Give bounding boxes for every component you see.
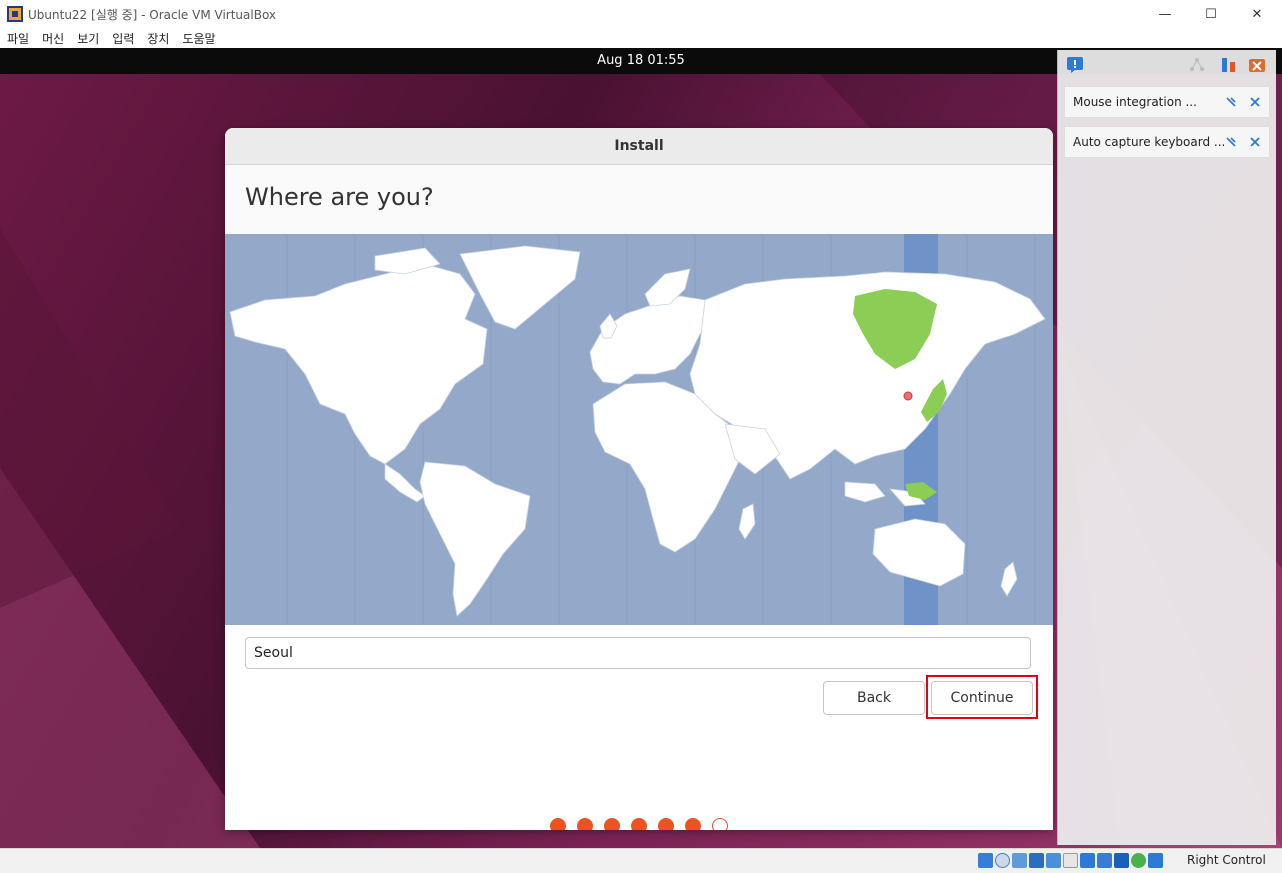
guest-additions-icon[interactable] [1131, 853, 1146, 868]
menu-machine[interactable]: 머신 [42, 28, 64, 48]
menu-file[interactable]: 파일 [7, 28, 29, 48]
close-button[interactable]: ✕ [1234, 0, 1280, 28]
vm-display[interactable]: Aug 18 01:55 Install Where are you? Seou… [0, 48, 1282, 848]
progress-dots [225, 818, 1053, 830]
maximize-button[interactable]: ☐ [1188, 0, 1234, 28]
notification-center: Mouse integration ... Auto capture keybo… [1057, 50, 1276, 845]
progress-dot-current [712, 818, 728, 830]
notification-label: Mouse integration ... [1073, 95, 1197, 109]
progress-dot-complete [685, 818, 701, 830]
dismiss-icon[interactable] [1249, 96, 1261, 108]
page-heading: Where are you? [245, 183, 434, 211]
progress-dot-complete [577, 818, 593, 830]
window-titlebar: Ubuntu22 [실행 중] - Oracle VM VirtualBox —… [0, 0, 1282, 28]
installer-dialog: Install Where are you? Seoul Back Contin… [225, 128, 1053, 830]
audio-icon[interactable] [1012, 853, 1027, 868]
dialog-title: Install [614, 138, 664, 154]
network-icon [1190, 58, 1204, 71]
progress-dot-complete [604, 818, 620, 830]
menu-help[interactable]: 도움말 [182, 28, 215, 48]
menubar: 파일 머신 보기 입력 장치 도움말 [0, 28, 1282, 48]
notification-mouse-integration[interactable]: Mouse integration ... [1064, 86, 1270, 118]
usb-icon[interactable] [1046, 853, 1061, 868]
back-button[interactable]: Back [823, 681, 925, 715]
notification-toolbar [1058, 50, 1276, 80]
dialog-header: Install [225, 128, 1053, 165]
notification-label: Auto capture keyboard ... [1073, 135, 1226, 149]
cpu-icon[interactable] [1114, 853, 1129, 868]
hard-disk-icon[interactable] [978, 853, 993, 868]
pin-icon[interactable] [1225, 136, 1237, 148]
pin-icon[interactable] [1225, 96, 1237, 108]
progress-dot-complete [550, 818, 566, 830]
continue-button[interactable]: Continue [931, 681, 1033, 715]
network-adapter-icon[interactable] [1029, 853, 1044, 868]
window-title: Ubuntu22 [실행 중] - Oracle VM VirtualBox [28, 8, 277, 22]
city-marker-icon [903, 391, 913, 401]
menu-input[interactable]: 입력 [112, 28, 134, 48]
dismiss-all-icon[interactable] [1248, 56, 1266, 74]
recording-icon[interactable] [1097, 853, 1112, 868]
heading-area: Where are you? [225, 165, 1053, 235]
notification-auto-capture-keyboard[interactable]: Auto capture keyboard ... [1064, 126, 1270, 158]
dismiss-icon[interactable] [1249, 136, 1261, 148]
display-icon[interactable] [1080, 853, 1095, 868]
sort-icon[interactable] [1220, 56, 1238, 74]
shared-folders-icon[interactable] [1063, 853, 1078, 868]
mouse-integration-icon[interactable] [1148, 853, 1163, 868]
device-status-icons [978, 853, 1163, 868]
virtualbox-icon [7, 6, 23, 22]
minimize-button[interactable]: — [1142, 0, 1188, 28]
location-input[interactable] [245, 637, 1031, 669]
host-key-label: Right Control [1187, 853, 1266, 867]
timezone-map[interactable] [225, 234, 1053, 625]
progress-dot-complete [631, 818, 647, 830]
menu-devices[interactable]: 장치 [147, 28, 169, 48]
notification-bell-icon[interactable] [1066, 56, 1084, 74]
vm-statusbar: Right Control [0, 848, 1282, 873]
progress-dot-complete [658, 818, 674, 830]
optical-drive-icon[interactable] [995, 853, 1010, 868]
menu-view[interactable]: 보기 [77, 28, 99, 48]
